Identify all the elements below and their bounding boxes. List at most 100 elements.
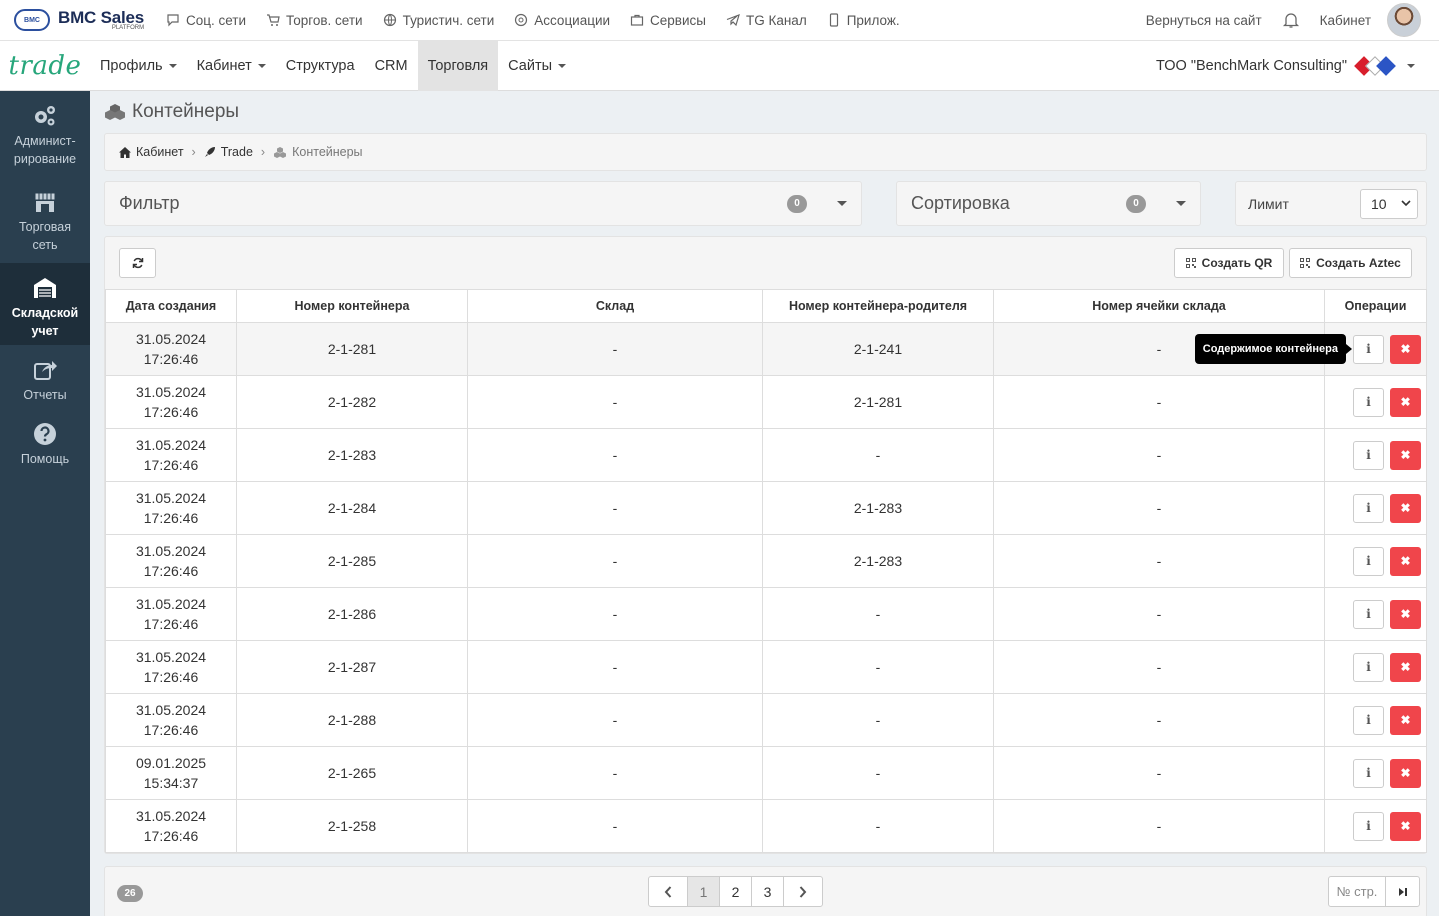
chevron-left-icon — [664, 885, 672, 898]
prev-page-button[interactable] — [648, 876, 688, 907]
globe-icon — [383, 13, 396, 27]
filter-panel[interactable]: Фильтр 0 — [104, 181, 862, 226]
filter-count-badge: 0 — [787, 194, 807, 213]
delete-button[interactable]: ✖ — [1390, 334, 1421, 364]
gears-icon — [35, 106, 55, 126]
brand[interactable]: BMC BMC Sales PLATFORM — [0, 9, 160, 31]
limit-select[interactable]: 10 — [1360, 188, 1418, 219]
nav-structure[interactable]: Структура — [276, 41, 365, 91]
table-row[interactable]: 31.05.2024 17:26:46 2-1-282-2-1-281- i ✖ — [105, 375, 1427, 429]
topnav-social[interactable]: Соц. сети — [166, 13, 246, 28]
nav-sites[interactable]: Сайты — [498, 41, 576, 91]
breadcrumb-cabinet[interactable]: Кабинет — [119, 145, 184, 159]
col-created-date[interactable]: Дата создания — [105, 289, 237, 323]
back-to-site-link[interactable]: Вернуться на сайт — [1146, 13, 1262, 28]
info-button[interactable]: i — [1353, 705, 1384, 735]
info-button[interactable]: i — [1353, 811, 1384, 841]
page-2-button[interactable]: 2 — [719, 876, 752, 907]
nav-cabinet[interactable]: Кабинет — [187, 41, 276, 91]
bell-icon[interactable] — [1282, 11, 1300, 29]
col-parent-container[interactable]: Номер контейнера-родителя — [762, 289, 994, 323]
info-button[interactable]: i — [1353, 599, 1384, 629]
page-number-input[interactable]: № стр. — [1328, 876, 1386, 907]
breadcrumb-trade[interactable]: Trade — [204, 145, 253, 159]
col-warehouse-cell[interactable]: Номер ячейки склада — [993, 289, 1325, 323]
table-row[interactable]: 31.05.2024 17:26:46 2-1-286- - - i ✖ — [105, 587, 1427, 641]
topnav-tourism[interactable]: Туристич. сети — [383, 13, 494, 28]
trade-logo[interactable]: trade — [0, 51, 90, 81]
delete-button[interactable]: ✖ — [1390, 387, 1421, 417]
qrcode-icon — [1185, 258, 1196, 268]
delete-button[interactable]: ✖ — [1390, 705, 1421, 735]
limit-label: Лимит — [1248, 195, 1289, 212]
info-button[interactable]: i — [1353, 493, 1384, 523]
info-button[interactable]: i — [1353, 546, 1384, 576]
topnav-trade-networks[interactable]: Торгов. сети — [266, 13, 363, 28]
table-row[interactable]: 31.05.2024 17:26:46 2-1-285-2-1-283- i ✖ — [105, 534, 1427, 588]
warehouse-slot-cell: - — [993, 799, 1325, 853]
go-to-page-button[interactable] — [1385, 876, 1420, 907]
top-bar: BMC BMC Sales PLATFORM Соц. сети Торгов.… — [0, 0, 1439, 41]
nav-profile[interactable]: Профиль — [90, 41, 187, 91]
table-row[interactable]: 31.05.2024 17:26:46 2-1-287- - - i ✖ — [105, 640, 1427, 694]
container-number-cell: 2-1-288 — [236, 693, 468, 747]
cabinet-link[interactable]: Кабинет — [1320, 13, 1371, 28]
table-row[interactable]: 31.05.2024 17:26:46 2-1-288- - - i ✖ — [105, 693, 1427, 747]
total-count-badge: 26 — [117, 885, 143, 902]
warehouse-slot-cell: - — [993, 428, 1325, 482]
sort-panel[interactable]: Сортировка 0 — [896, 181, 1201, 226]
refresh-button[interactable] — [119, 248, 156, 278]
delete-button[interactable]: ✖ — [1390, 546, 1421, 576]
created-date-cell: 31.05.2024 17:26:46 — [105, 587, 237, 641]
nav-trade[interactable]: Торговля — [417, 40, 499, 91]
delete-button[interactable]: ✖ — [1390, 811, 1421, 841]
create-aztec-button[interactable]: Создать Aztec — [1289, 248, 1412, 278]
info-button[interactable]: i — [1353, 440, 1384, 470]
table-row[interactable]: 09.01.2025 15:34:37 2-1-265- - - i ✖ — [105, 746, 1427, 800]
container-number-cell: 2-1-282 — [236, 375, 468, 429]
container-number-cell: 2-1-286 — [236, 587, 468, 641]
sidebar-item-trade-network[interactable]: Торговая сеть — [0, 177, 90, 263]
sidebar-item-warehouse[interactable]: Складской учет — [0, 263, 90, 345]
page-3-button[interactable]: 3 — [751, 876, 784, 907]
operations-cell: i ✖ — [1324, 428, 1427, 482]
warehouse-slot-cell: - — [993, 746, 1325, 800]
topnav-associations[interactable]: Ассоциации — [514, 13, 610, 28]
table-row[interactable]: 31.05.2024 17:26:46 2-1-258- - - i ✖ — [105, 799, 1427, 853]
parent-container-cell: 2-1-283 — [762, 481, 994, 535]
page-1-button[interactable]: 1 — [687, 876, 720, 907]
table-row[interactable]: 31.05.2024 17:26:46 2-1-283- - - i ✖ — [105, 428, 1427, 482]
delete-button[interactable]: ✖ — [1390, 652, 1421, 682]
info-button[interactable]: i — [1353, 334, 1384, 364]
info-button[interactable]: i — [1353, 758, 1384, 788]
sidebar-item-help[interactable]: Помощь — [0, 409, 90, 479]
topnav-apps[interactable]: Прилож. — [827, 13, 900, 28]
topnav-services[interactable]: Сервисы — [630, 13, 706, 28]
topnav-tg-channel[interactable]: TG Канал — [726, 13, 807, 28]
page-title: Контейнеры — [104, 91, 1427, 133]
sidebar-item-reports[interactable]: Отчеты — [0, 345, 90, 409]
sidebar-item-administration[interactable]: Админист-рирование — [0, 91, 90, 177]
warehouse-icon — [34, 278, 56, 298]
company-switcher[interactable]: ТОО "BenchMark Consulting" — [1156, 55, 1439, 77]
created-date-cell: 31.05.2024 17:26:46 — [105, 534, 237, 588]
avatar[interactable] — [1387, 3, 1421, 37]
col-warehouse[interactable]: Склад — [467, 289, 763, 323]
container-number-cell: 2-1-287 — [236, 640, 468, 694]
created-date-cell: 31.05.2024 17:26:46 — [105, 799, 237, 853]
delete-button[interactable]: ✖ — [1390, 493, 1421, 523]
delete-button[interactable]: ✖ — [1390, 599, 1421, 629]
table-row[interactable]: 31.05.2024 17:26:46 2-1-281-2-1-241- Содерж… — [105, 322, 1427, 376]
next-page-button[interactable] — [783, 876, 823, 907]
chat-icon — [167, 14, 179, 27]
table-row[interactable]: 31.05.2024 17:26:46 2-1-284-2-1-283- i ✖ — [105, 481, 1427, 535]
info-button[interactable]: i — [1353, 387, 1384, 417]
info-button[interactable]: i — [1353, 652, 1384, 682]
parent-container-cell: 2-1-281 — [762, 375, 994, 429]
created-date-cell: 09.01.2025 15:34:37 — [105, 746, 237, 800]
col-container-number[interactable]: Номер контейнера — [236, 289, 468, 323]
delete-button[interactable]: ✖ — [1390, 758, 1421, 788]
delete-button[interactable]: ✖ — [1390, 440, 1421, 470]
create-qr-button[interactable]: Создать QR — [1174, 248, 1284, 278]
nav-crm[interactable]: CRM — [365, 41, 418, 91]
